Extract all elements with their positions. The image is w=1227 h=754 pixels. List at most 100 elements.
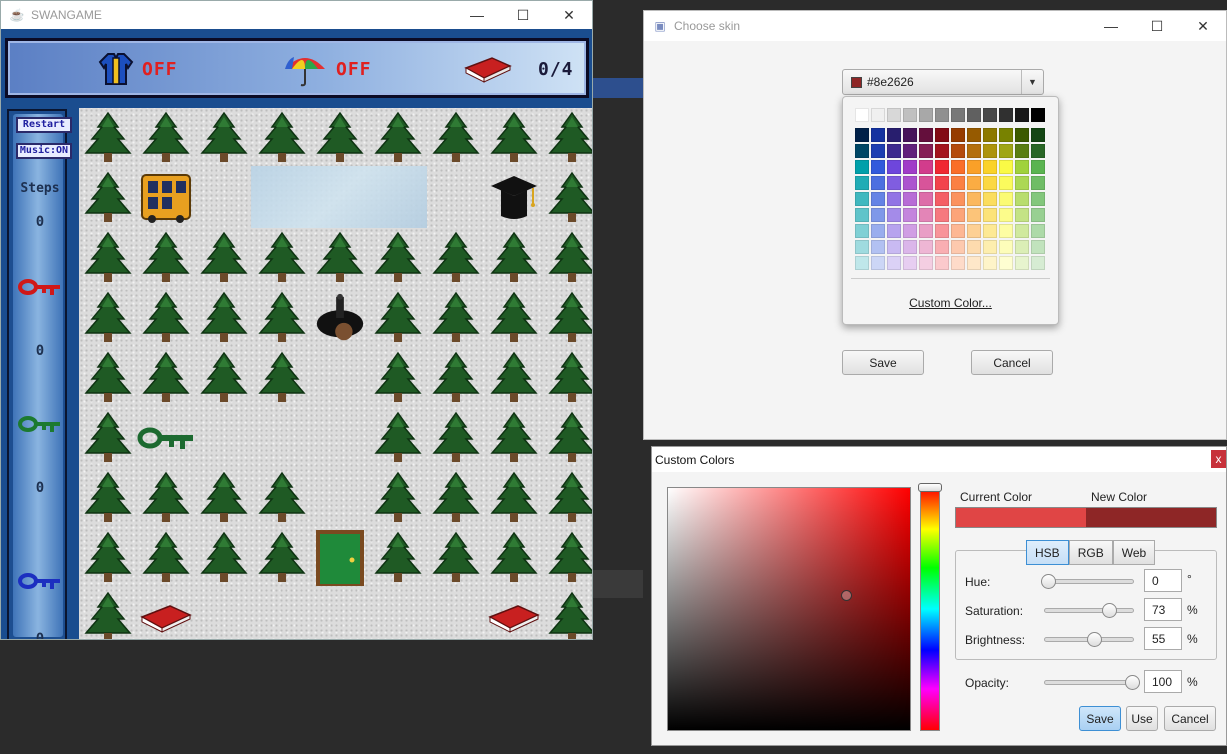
color-swatch[interactable] xyxy=(871,144,885,158)
color-swatch[interactable] xyxy=(855,128,869,142)
color-swatch[interactable] xyxy=(999,160,1013,174)
color-swatch[interactable] xyxy=(871,240,885,254)
color-swatch[interactable] xyxy=(1031,128,1045,142)
color-swatch[interactable] xyxy=(935,192,949,206)
color-swatch[interactable] xyxy=(999,240,1013,254)
color-swatch[interactable] xyxy=(855,224,869,238)
color-swatch[interactable] xyxy=(967,144,981,158)
color-swatch[interactable] xyxy=(967,128,981,142)
color-swatch[interactable] xyxy=(951,108,965,122)
saturation-brightness-area[interactable] xyxy=(667,487,911,731)
color-swatch[interactable] xyxy=(1015,160,1029,174)
color-swatch[interactable] xyxy=(935,224,949,238)
color-swatch[interactable] xyxy=(919,108,933,122)
color-swatch[interactable] xyxy=(999,144,1013,158)
color-swatch[interactable] xyxy=(935,240,949,254)
hue-bar-handle[interactable] xyxy=(918,483,942,492)
color-swatch[interactable] xyxy=(951,144,965,158)
tab-rgb[interactable]: RGB xyxy=(1068,540,1113,565)
color-swatch[interactable] xyxy=(999,256,1013,270)
color-swatch[interactable] xyxy=(903,192,917,206)
color-swatch[interactable] xyxy=(903,144,917,158)
color-swatch[interactable] xyxy=(999,176,1013,190)
color-swatch[interactable] xyxy=(951,240,965,254)
hue-field[interactable]: 0 xyxy=(1144,569,1182,592)
color-swatch[interactable] xyxy=(967,240,981,254)
color-swatch[interactable] xyxy=(903,128,917,142)
color-swatch[interactable] xyxy=(967,224,981,238)
color-swatch[interactable] xyxy=(951,256,965,270)
color-swatch[interactable] xyxy=(903,160,917,174)
color-swatch[interactable] xyxy=(1015,224,1029,238)
color-swatch[interactable] xyxy=(887,176,901,190)
color-swatch[interactable] xyxy=(951,176,965,190)
color-swatch[interactable] xyxy=(1031,240,1045,254)
color-swatch[interactable] xyxy=(999,208,1013,222)
color-swatch[interactable] xyxy=(951,192,965,206)
hue-slider-knob[interactable] xyxy=(1041,574,1056,589)
color-swatch[interactable] xyxy=(951,224,965,238)
saturation-slider-knob[interactable] xyxy=(1102,603,1117,618)
color-swatch[interactable] xyxy=(871,224,885,238)
color-swatch[interactable] xyxy=(887,192,901,206)
color-swatch[interactable] xyxy=(983,208,997,222)
color-swatch[interactable] xyxy=(919,192,933,206)
color-swatch[interactable] xyxy=(967,256,981,270)
color-swatch[interactable] xyxy=(919,240,933,254)
color-swatch[interactable] xyxy=(887,108,901,122)
color-swatch[interactable] xyxy=(903,240,917,254)
save-button[interactable]: Save xyxy=(1079,706,1121,731)
use-button[interactable]: Use xyxy=(1126,706,1158,731)
saturation-slider[interactable] xyxy=(1044,603,1134,618)
color-swatch[interactable] xyxy=(855,176,869,190)
color-swatch[interactable] xyxy=(1015,256,1029,270)
color-swatch[interactable] xyxy=(871,208,885,222)
color-swatch[interactable] xyxy=(855,192,869,206)
color-swatch[interactable] xyxy=(919,128,933,142)
game-board[interactable] xyxy=(79,108,592,639)
color-swatch[interactable] xyxy=(983,108,997,122)
color-swatch[interactable] xyxy=(871,128,885,142)
color-swatch[interactable] xyxy=(919,256,933,270)
color-swatch[interactable] xyxy=(919,224,933,238)
color-swatch[interactable] xyxy=(855,108,869,122)
color-swatch[interactable] xyxy=(1031,176,1045,190)
color-swatch[interactable] xyxy=(887,128,901,142)
color-swatch[interactable] xyxy=(855,144,869,158)
color-swatch[interactable] xyxy=(887,144,901,158)
color-swatch[interactable] xyxy=(967,160,981,174)
color-swatch[interactable] xyxy=(951,208,965,222)
color-swatch[interactable] xyxy=(967,208,981,222)
color-swatch[interactable] xyxy=(999,128,1013,142)
custom-color-link[interactable]: Custom Color... xyxy=(843,296,1058,310)
cancel-button[interactable]: Cancel xyxy=(971,350,1053,375)
color-swatch[interactable] xyxy=(855,256,869,270)
close-icon[interactable]: x xyxy=(1211,450,1226,468)
close-button[interactable]: ✕ xyxy=(1180,12,1226,40)
color-swatch[interactable] xyxy=(855,160,869,174)
color-swatch[interactable] xyxy=(999,192,1013,206)
color-swatch[interactable] xyxy=(983,240,997,254)
opacity-slider-knob[interactable] xyxy=(1125,675,1140,690)
brightness-field[interactable]: 55 xyxy=(1144,627,1182,650)
hue-bar[interactable] xyxy=(920,487,940,731)
color-swatch[interactable] xyxy=(903,224,917,238)
close-button[interactable]: ✕ xyxy=(546,1,592,29)
restart-button[interactable]: Restart xyxy=(16,117,72,133)
color-swatch[interactable] xyxy=(1015,108,1029,122)
tab-web[interactable]: Web xyxy=(1112,540,1156,565)
color-swatch[interactable] xyxy=(871,108,885,122)
color-swatch[interactable] xyxy=(983,176,997,190)
color-swatch[interactable] xyxy=(887,208,901,222)
color-swatch[interactable] xyxy=(951,160,965,174)
minimize-button[interactable]: — xyxy=(1088,12,1134,40)
color-swatch[interactable] xyxy=(1031,108,1045,122)
color-swatch[interactable] xyxy=(951,128,965,142)
color-swatch[interactable] xyxy=(919,176,933,190)
hue-slider[interactable] xyxy=(1041,574,1134,589)
color-swatch[interactable] xyxy=(903,256,917,270)
color-swatch[interactable] xyxy=(887,224,901,238)
color-swatch[interactable] xyxy=(903,108,917,122)
color-swatch[interactable] xyxy=(1031,224,1045,238)
color-swatch[interactable] xyxy=(967,192,981,206)
